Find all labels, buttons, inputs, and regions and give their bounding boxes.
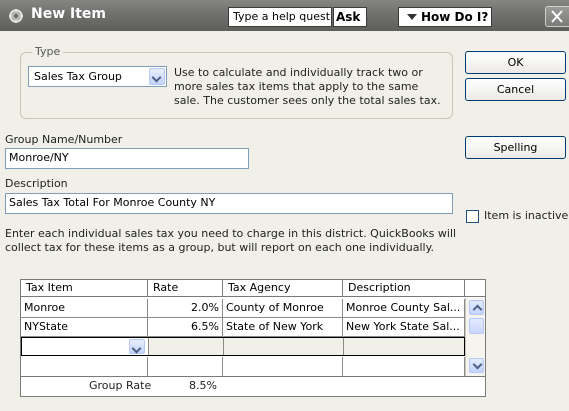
empty-cell[interactable] <box>343 357 465 376</box>
title-bar: New Item Type a help question Ask How Do… <box>0 0 569 31</box>
description-cell-divider <box>343 338 344 355</box>
empty-cell[interactable] <box>148 357 223 376</box>
table-row-selected[interactable] <box>21 337 465 356</box>
column-header-rate[interactable]: Rate <box>148 280 223 297</box>
empty-cell[interactable] <box>21 357 148 376</box>
how-do-i-label: How Do I? <box>421 10 489 24</box>
group-name-field[interactable]: Monroe/NY <box>5 148 249 169</box>
close-button[interactable] <box>545 6 569 27</box>
description-field[interactable]: Sales Tax Total For Monroe County NY <box>5 193 453 214</box>
window-title: New Item <box>31 6 107 22</box>
tax-agency-cell[interactable]: State of New York <box>223 318 343 336</box>
description-cell[interactable]: Monroe County Sal... <box>343 299 465 317</box>
ok-button[interactable]: OK <box>465 51 566 74</box>
close-icon <box>551 10 563 23</box>
tax-item-cell[interactable]: Monroe <box>21 299 148 317</box>
tax-item-select[interactable] <box>22 338 148 355</box>
info-text: Enter each individual sales tax you need… <box>5 227 457 254</box>
chevron-down-icon[interactable] <box>129 339 145 354</box>
group-rate-value: 8.5% <box>189 379 217 392</box>
tax-item-cell[interactable]: NYState <box>21 318 148 336</box>
rate-cell[interactable]: 6.5% <box>148 318 223 336</box>
column-header-tax-agency[interactable]: Tax Agency <box>223 280 343 297</box>
type-description: Use to calculate and individually track … <box>174 66 441 107</box>
column-header-tax-item[interactable]: Tax Item <box>21 280 148 297</box>
scroll-up-icon[interactable] <box>469 300 484 315</box>
description-cell[interactable]: New York State Sal... <box>343 318 465 336</box>
rate-cell[interactable]: 2.0% <box>148 299 223 317</box>
column-header-description[interactable]: Description <box>343 280 465 297</box>
type-select-value: Sales Tax Group <box>34 70 122 83</box>
table-header: Tax Item Rate Tax Agency Description <box>21 280 485 297</box>
agency-cell-divider <box>223 338 224 355</box>
tax-items-table: Tax Item Rate Tax Agency Description Mon… <box>20 279 486 397</box>
footer-divider <box>21 376 485 377</box>
chevron-down-icon <box>407 14 417 20</box>
new-item-icon <box>9 9 23 23</box>
group-rate-label: Group Rate <box>89 379 152 392</box>
tax-agency-cell[interactable]: County of Monroe <box>223 299 343 317</box>
empty-cell[interactable] <box>223 357 343 376</box>
type-select[interactable]: Sales Tax Group <box>28 66 167 87</box>
how-do-i-button[interactable]: How Do I? <box>398 7 492 27</box>
group-name-label: Group Name/Number <box>5 133 123 146</box>
rate-cell-divider <box>148 338 149 355</box>
scroll-down-icon[interactable] <box>469 358 484 373</box>
help-question-input[interactable]: Type a help question <box>228 7 332 27</box>
ask-button[interactable]: Ask <box>333 7 367 27</box>
description-label: Description <box>5 177 68 190</box>
cancel-button[interactable]: Cancel <box>465 78 566 101</box>
type-legend: Type <box>32 45 64 58</box>
item-inactive-checkbox[interactable] <box>466 210 479 223</box>
spelling-button[interactable]: Spelling <box>465 136 566 159</box>
table-scrollbar[interactable] <box>465 298 485 376</box>
item-inactive-label[interactable]: Item is inactive <box>484 209 568 222</box>
chevron-down-icon[interactable] <box>149 68 165 85</box>
scroll-thumb[interactable] <box>469 318 484 334</box>
